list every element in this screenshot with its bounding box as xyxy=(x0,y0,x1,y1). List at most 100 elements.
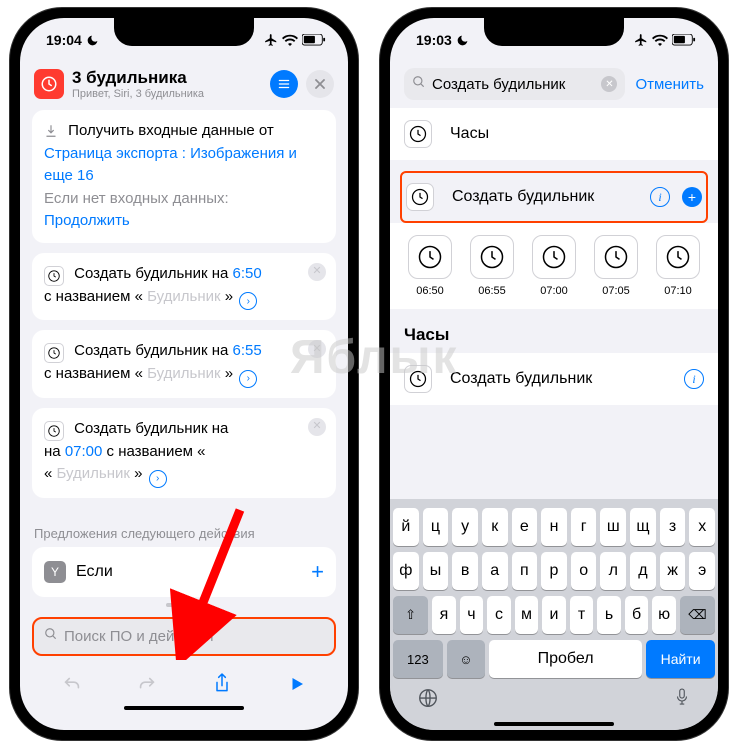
alarm-name[interactable]: Будильник xyxy=(57,465,130,482)
alarm-name[interactable]: Будильник xyxy=(147,288,220,305)
delete-card-button[interactable]: ✕ xyxy=(308,418,326,436)
highlighted-action-row: Создать будильник i + xyxy=(400,171,708,223)
search-icon xyxy=(44,627,58,646)
info-button[interactable]: i xyxy=(650,187,670,207)
key-э[interactable]: э xyxy=(689,552,715,590)
key-ц[interactable]: ц xyxy=(423,508,449,546)
settings-button[interactable] xyxy=(270,70,298,98)
alarm-card-3[interactable]: ✕ Создать будильник на на 07:00 с назван… xyxy=(32,408,336,498)
suggestions-label: Предложения следующего действия xyxy=(20,526,348,547)
key-и[interactable]: и xyxy=(542,596,566,634)
key-ы[interactable]: ы xyxy=(423,552,449,590)
alarm-quote-open: « xyxy=(44,465,52,482)
mic-key[interactable] xyxy=(673,687,691,714)
alarm-preset[interactable]: 06:55 xyxy=(466,235,518,297)
key-й[interactable]: й xyxy=(393,508,419,546)
wifi-icon xyxy=(282,34,298,46)
key-в[interactable]: в xyxy=(452,552,478,590)
section-title: Часы xyxy=(390,309,718,353)
alarm-time[interactable]: 6:50 xyxy=(233,265,262,282)
cancel-button[interactable]: Отменить xyxy=(635,76,704,93)
preset-time: 07:00 xyxy=(528,285,580,297)
row-label: Создать будильник xyxy=(452,188,594,206)
search-field[interactable]: Поиск ПО и действий xyxy=(32,617,336,656)
alarm-time-scroll[interactable]: 06:50 06:55 07:00 07:05 07:10 xyxy=(390,223,718,309)
delete-card-button[interactable]: ✕ xyxy=(308,263,326,281)
undo-button[interactable] xyxy=(58,670,86,698)
alarm-preset[interactable]: 06:50 xyxy=(404,235,456,297)
key-д[interactable]: д xyxy=(630,552,656,590)
play-button[interactable] xyxy=(283,670,311,698)
key-ь[interactable]: ь xyxy=(597,596,621,634)
key-ж[interactable]: ж xyxy=(660,552,686,590)
row-label: Часы xyxy=(450,125,489,143)
key-т[interactable]: т xyxy=(570,596,594,634)
key-я[interactable]: я xyxy=(432,596,456,634)
key-н[interactable]: н xyxy=(541,508,567,546)
home-indicator[interactable] xyxy=(494,722,614,726)
key-ч[interactable]: ч xyxy=(460,596,484,634)
clock-app-icon xyxy=(406,183,434,211)
alarm-time[interactable]: 07:00 xyxy=(65,443,103,460)
key-м[interactable]: м xyxy=(515,596,539,634)
key-с[interactable]: с xyxy=(487,596,511,634)
input-label: Получить входные данные от xyxy=(68,122,274,139)
expand-button[interactable]: › xyxy=(239,370,257,388)
app-row-clock[interactable]: Часы xyxy=(390,108,718,161)
redo-button[interactable] xyxy=(133,670,161,698)
input-source[interactable]: Страница экспорта xyxy=(44,145,178,162)
find-key[interactable]: Найти xyxy=(646,640,715,678)
close-button[interactable] xyxy=(306,70,334,98)
key-р[interactable]: р xyxy=(541,552,567,590)
key-ю[interactable]: ю xyxy=(652,596,676,634)
alarm-end: » xyxy=(225,365,233,382)
input-source-card[interactable]: Получить входные данные от Страница эксп… xyxy=(32,110,336,243)
clock-app-icon xyxy=(404,120,432,148)
key-х[interactable]: х xyxy=(689,508,715,546)
key-п[interactable]: п xyxy=(512,552,538,590)
suggestion-label: Если xyxy=(76,563,113,581)
action-row-create-alarm-2[interactable]: Создать будильник i xyxy=(390,353,718,406)
search-input[interactable]: Создать будильник ✕ xyxy=(404,68,625,100)
key-а[interactable]: а xyxy=(482,552,508,590)
keyboard: йцукенгшщзх фывапролджэ ⇧ячсмитьбю⌫ 123 … xyxy=(390,499,718,730)
key-ф[interactable]: ф xyxy=(393,552,419,590)
key-ш[interactable]: ш xyxy=(600,508,626,546)
key-е[interactable]: е xyxy=(512,508,538,546)
space-key[interactable]: Пробел xyxy=(489,640,642,678)
notch xyxy=(114,18,254,46)
key-г[interactable]: г xyxy=(571,508,597,546)
emoji-key[interactable]: ☺ xyxy=(447,640,485,678)
key-з[interactable]: з xyxy=(660,508,686,546)
alarm-name[interactable]: Будильник xyxy=(147,365,220,382)
alarm-time[interactable]: 6:55 xyxy=(233,342,262,359)
key-у[interactable]: у xyxy=(452,508,478,546)
action-row-create-alarm[interactable]: Создать будильник i + xyxy=(402,173,706,221)
backspace-key[interactable]: ⌫ xyxy=(680,596,715,634)
key-к[interactable]: к xyxy=(482,508,508,546)
expand-button[interactable]: › xyxy=(239,292,257,310)
shift-key[interactable]: ⇧ xyxy=(393,596,428,634)
clear-search-button[interactable]: ✕ xyxy=(601,76,617,92)
alarm-preset[interactable]: 07:05 xyxy=(590,235,642,297)
continue-option[interactable]: Продолжить xyxy=(44,212,130,229)
add-action-button[interactable]: + xyxy=(682,187,702,207)
home-indicator[interactable] xyxy=(124,706,244,710)
alarm-card-2[interactable]: ✕ Создать будильник на 6:55 с названием … xyxy=(32,330,336,398)
suggestion-card[interactable]: Y Если + xyxy=(32,547,336,597)
alarm-preset[interactable]: 07:00 xyxy=(528,235,580,297)
alarm-card-1[interactable]: ✕ Создать будильник на 6:50 с названием … xyxy=(32,253,336,321)
drag-handle[interactable] xyxy=(166,603,202,607)
alarm-preset[interactable]: 07:10 xyxy=(652,235,704,297)
key-о[interactable]: о xyxy=(571,552,597,590)
globe-key[interactable] xyxy=(417,687,439,714)
expand-button[interactable]: › xyxy=(149,470,167,488)
share-button[interactable] xyxy=(208,670,236,698)
delete-card-button[interactable]: ✕ xyxy=(308,340,326,358)
key-б[interactable]: б xyxy=(625,596,649,634)
key-щ[interactable]: щ xyxy=(630,508,656,546)
numbers-key[interactable]: 123 xyxy=(393,640,443,678)
info-button[interactable]: i xyxy=(684,369,704,389)
add-suggestion-button[interactable]: + xyxy=(311,559,324,585)
key-л[interactable]: л xyxy=(600,552,626,590)
